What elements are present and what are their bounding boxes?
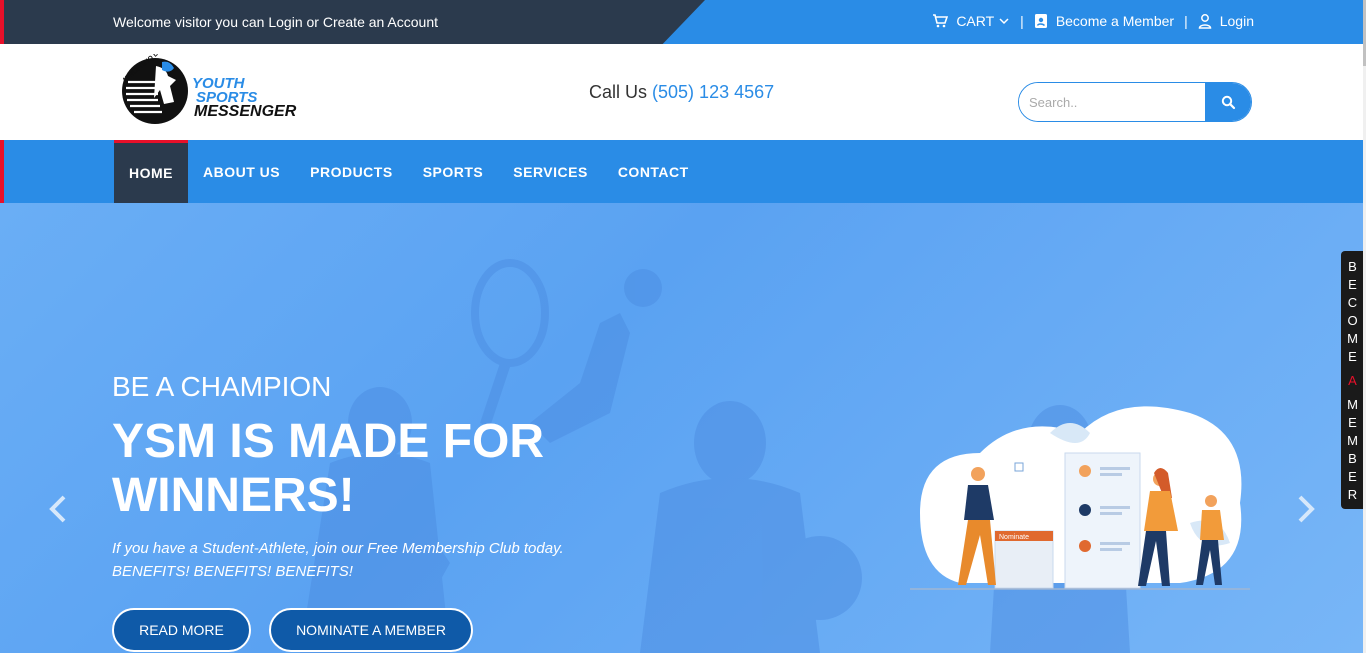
side-tab-letter: M [1347,331,1358,346]
nav-item-about-us[interactable]: ABOUT US [188,140,295,203]
side-tab-letter: E [1348,469,1357,484]
main-nav: HOME ABOUT US PRODUCTS SPORTS SERVICES C… [0,140,1366,203]
nav-item-services[interactable]: SERVICES [498,140,603,203]
cart-icon [933,14,949,28]
call-us: Call Us (505) 123 4567 [589,82,774,103]
call-us-label: Call Us [589,82,648,102]
side-tab-letter: M [1347,433,1358,448]
side-tab-letter: R [1347,487,1358,502]
side-tab-letter: E [1348,277,1357,292]
side-tab-letter: E [1348,349,1357,364]
side-tab-letter: A [1348,373,1357,388]
nav-item-products[interactable]: PRODUCTS [295,140,408,203]
nav-item-sports[interactable]: SPORTS [408,140,499,203]
welcome-text: Welcome visitor you can Login or Create … [113,14,439,30]
separator: | [1184,13,1188,29]
login-label: Login [1219,13,1254,29]
nav-item-home[interactable]: HOME [114,140,188,203]
search-icon [1221,95,1235,109]
cart-label: CART [956,13,995,29]
side-tab-letter: E [1348,415,1357,430]
hero-buttons: READ MORE NOMINATE A MEMBER [112,608,473,652]
hero-slider: BE A CHAMPION YSM IS MADE FOR WINNERS! I… [0,203,1366,653]
member-card-icon [1034,14,1047,28]
nav-item-contact[interactable]: CONTACT [603,140,704,203]
nav-list: HOME ABOUT US PRODUCTS SPORTS SERVICES C… [114,140,704,203]
top-bar-links: CART | Become a Member | Login [932,13,1254,29]
nominate-member-button[interactable]: NOMINATE A MEMBER [269,608,473,652]
side-tab-letter: C [1347,295,1358,310]
user-icon [1198,14,1211,29]
chevron-down-icon [999,18,1009,25]
side-tab-letter: B [1348,259,1357,274]
hero-kicker: BE A CHAMPION [112,371,332,402]
hero-subtext-line2: BENEFITS! BENEFITS! BENEFITS! [112,563,353,580]
svg-text:MESSENGER: MESSENGER [194,103,297,120]
nomination-illustration: Nominate [910,406,1250,590]
search-box [1018,82,1252,122]
side-tab-letter: O [1347,313,1358,328]
separator: | [1020,13,1024,29]
search-button[interactable] [1205,83,1251,121]
chevron-right-icon[interactable] [1294,493,1318,525]
search-input[interactable] [1019,83,1205,121]
chevron-left-icon[interactable] [46,493,70,525]
top-bar-accent [0,0,4,44]
site-logo[interactable]: YOUTH SPORTS MESSENGER ATHLETE IQ DEVICE [118,54,298,128]
site-header: YOUTH SPORTS MESSENGER ATHLETE IQ DEVICE… [0,44,1366,140]
side-tab-letter: B [1348,451,1357,466]
nav-accent [0,140,4,203]
become-member-side-tab[interactable]: B E C O M E A M E M B E R [1341,251,1364,509]
login-link[interactable]: Login [1198,13,1254,29]
hero-headline: YSM IS MADE FOR WINNERS! [112,415,545,522]
hero-subtext-line1: If you have a Student-Athlete, join our … [112,540,564,557]
become-member-link[interactable]: Become a Member [1034,13,1174,29]
side-tab-letter: M [1347,397,1358,412]
read-more-button[interactable]: READ MORE [112,608,251,652]
cart-link[interactable]: CART [932,13,1010,29]
svg-text:Nominate: Nominate [999,534,1029,541]
become-member-label: Become a Member [1055,13,1175,29]
hero-subtext: If you have a Student-Athlete, join our … [112,537,632,583]
top-bar: Welcome visitor you can Login or Create … [0,0,1366,44]
phone-number[interactable]: (505) 123 4567 [652,82,774,102]
